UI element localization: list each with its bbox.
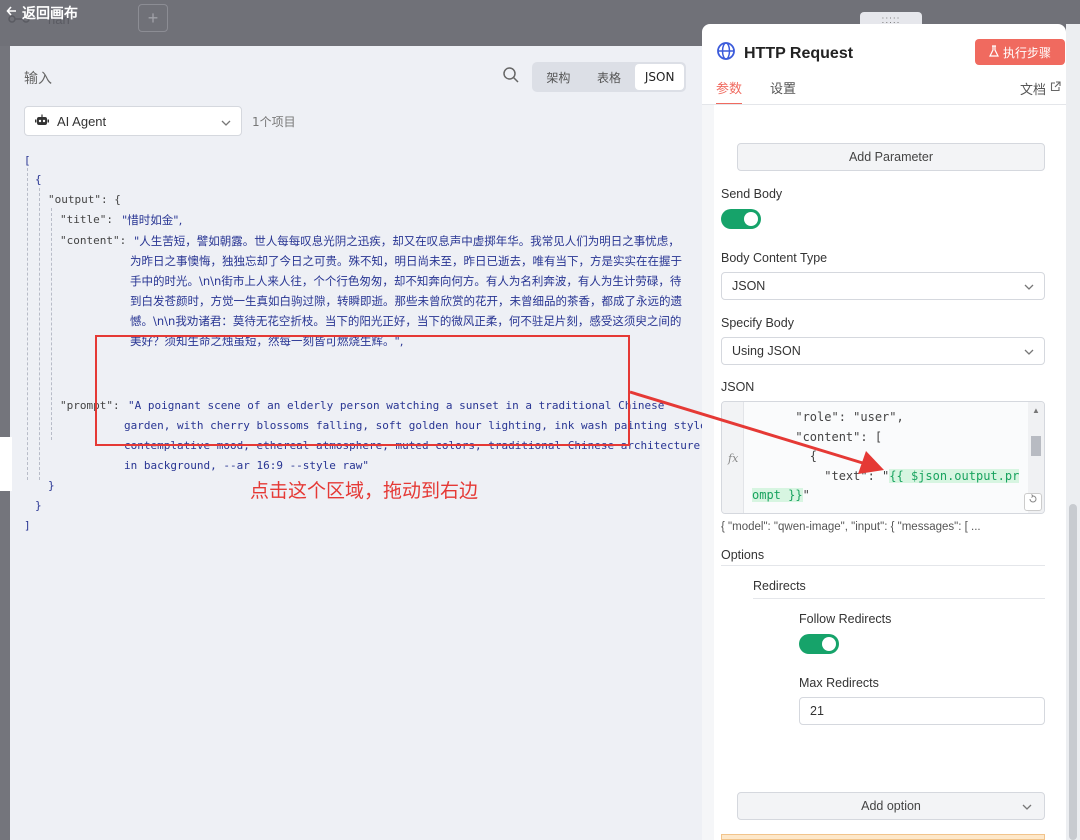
item-count-label: 1个项目: [252, 115, 296, 129]
flask-icon: [989, 44, 999, 60]
add-node-button[interactable]: +: [138, 4, 168, 32]
chevron-down-icon: [1024, 346, 1034, 356]
expression-token: {{ $json.output.pr: [889, 468, 1020, 483]
view-mode-tabs: 架构 表格 JSON: [532, 62, 686, 92]
arrow-left-icon: [6, 5, 18, 21]
tab-json[interactable]: JSON: [635, 64, 685, 90]
left-edge-tab: [0, 437, 12, 491]
tab-table[interactable]: 表格: [585, 64, 634, 90]
source-node-select[interactable]: AI Agent: [24, 106, 242, 136]
json-title-key: "title":: [60, 213, 113, 226]
expand-editor-icon[interactable]: [1024, 493, 1042, 511]
redirects-label: Redirects: [753, 579, 806, 593]
max-redirects-label: Max Redirects: [799, 676, 879, 690]
send-body-toggle[interactable]: [721, 209, 761, 229]
add-option-button[interactable]: Add option: [737, 792, 1045, 820]
json-content-line[interactable]: "人生苦短，譬如朝露。世人每每叹息光阴之迅疾，却又在叹息声中虚掷年华。我常见人们…: [134, 233, 680, 249]
tab-schema[interactable]: 架构: [534, 64, 583, 90]
json-preview: { "model": "qwen-image", "input": { "mes…: [721, 521, 981, 533]
chevron-down-icon: [1024, 281, 1034, 291]
docs-link[interactable]: 文档: [1020, 79, 1061, 98]
input-panel-title: 输入: [24, 71, 52, 87]
max-redirects-input[interactable]: 21: [799, 697, 1045, 725]
specify-body-select[interactable]: Using JSON: [721, 337, 1045, 365]
notice-banner-edge: [721, 834, 1045, 840]
json-close-inner: }: [48, 479, 55, 492]
json-content-key: "content":: [60, 234, 127, 247]
follow-redirects-label: Follow Redirects: [799, 612, 892, 626]
http-request-panel: HTTP Request 执行步骤 参数 设置 文档 Add Parameter…: [702, 24, 1066, 840]
robot-icon: [35, 114, 49, 129]
drag-source-highlight: [95, 335, 630, 446]
body-content-type-label: Body Content Type: [721, 251, 828, 265]
options-label: Options: [721, 548, 765, 562]
page-scrollbar[interactable]: [1066, 24, 1080, 840]
panel-header: HTTP Request: [716, 41, 853, 66]
json-open-array: [: [24, 154, 31, 167]
json-content-line[interactable]: 为昨日之事懊悔，独独忘却了今日之可贵。殊不知，明日尚未至，昨日已逝去，唯有当下，…: [130, 253, 682, 269]
json-close-array: ]: [24, 519, 31, 532]
scroll-up-icon[interactable]: ▲: [1032, 406, 1040, 415]
json-body-editor[interactable]: fx "role": "user", "content": [ { "text"…: [721, 401, 1045, 514]
json-content-line[interactable]: 手中的时光。\n\n街市上人来人往，个个行色匆匆，却不知奔向何方。有人为名利奔波…: [130, 273, 681, 289]
chevron-down-icon: [221, 116, 231, 126]
follow-redirects-toggle[interactable]: [799, 634, 839, 654]
json-output-key: "output": {: [48, 193, 121, 206]
back-to-canvas-button[interactable]: 返回画布: [6, 3, 78, 23]
editor-code[interactable]: "role": "user", "content": [ { "text": "…: [752, 408, 1020, 506]
add-parameter-button[interactable]: Add Parameter: [737, 143, 1045, 171]
send-body-label: Send Body: [721, 187, 783, 201]
expression-token: ompt }}: [752, 488, 803, 502]
specify-body-label: Specify Body: [721, 316, 794, 330]
json-content-line[interactable]: 憾。\n\n我劝诸君：莫待无花空折枝。当下的阳光正好，当下的微风正柔，何不驻足片…: [130, 313, 681, 329]
external-link-icon: [1050, 81, 1061, 96]
execute-step-button[interactable]: 执行步骤: [975, 39, 1065, 65]
globe-icon: [716, 41, 736, 66]
tab-settings[interactable]: 设置: [770, 78, 796, 105]
json-close-object: }: [35, 499, 42, 512]
body-content-type-select[interactable]: JSON: [721, 272, 1045, 300]
expression-icon: fx: [728, 452, 739, 465]
panel-title: HTTP Request: [744, 44, 854, 62]
json-title-value[interactable]: "惜时如金",: [122, 212, 182, 228]
search-icon[interactable]: [502, 66, 520, 84]
node-tabs: 参数 设置: [716, 78, 796, 105]
json-label: JSON: [721, 380, 755, 394]
json-prompt-line[interactable]: in background, --ar 16:9 --style raw": [124, 459, 369, 472]
tab-parameters[interactable]: 参数: [716, 78, 743, 105]
json-open-object: {: [35, 173, 42, 186]
chevron-down-icon: [1022, 801, 1032, 815]
instruction-annotation: 点击这个区域，拖动到右边: [250, 480, 479, 502]
json-content-line[interactable]: 到白发苍颜时，方觉一生真如白驹过隙，转瞬即逝。那些未曾欣赏的花开，未曾细品的茶香…: [130, 293, 682, 309]
